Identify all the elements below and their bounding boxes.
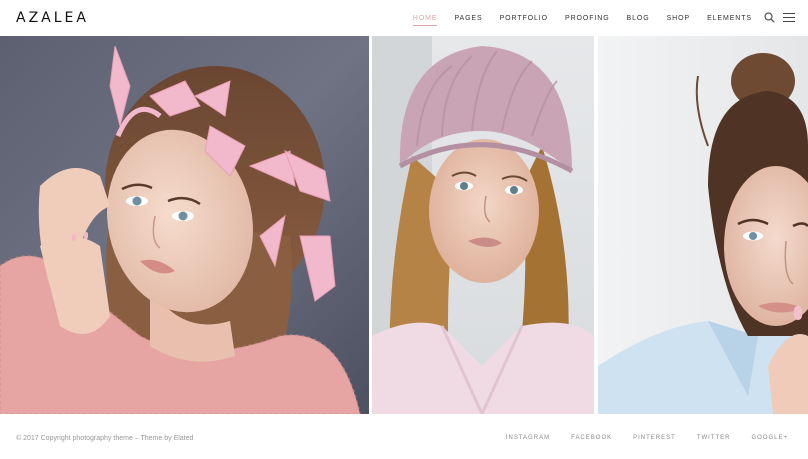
social-links: INSTAGRAM FACEBOOK PINTEREST TWITTER GOO… [485,435,788,441]
site-header: AZALEA HOME PAGES PORTFOLIO PROOFING BLO… [0,0,808,36]
site-footer: © 2017 Copyright photography theme – The… [0,414,808,459]
social-link-twitter[interactable]: TWITTER [697,435,731,441]
search-icon[interactable] [764,12,775,23]
nav-item-home[interactable]: HOME [412,14,438,26]
gallery-photo-bun[interactable] [598,36,808,414]
nav-item-portfolio[interactable]: PORTFOLIO [500,14,548,23]
hamburger-menu-icon[interactable] [783,13,795,22]
social-link-facebook[interactable]: FACEBOOK [571,435,612,441]
social-link-instagram[interactable]: INSTAGRAM [506,435,550,441]
gallery-photo-beanie[interactable] [372,36,594,414]
copyright-text: © 2017 Copyright photography theme – The… [16,435,194,442]
social-link-google-plus[interactable]: GOOGLE+ [751,435,788,441]
nav-item-blog[interactable]: BLOG [627,14,650,23]
main-nav: HOME PAGES PORTFOLIO PROOFING BLOG SHOP … [396,14,752,26]
gallery-photo-ribbons[interactable] [0,36,369,414]
photo-gallery [0,36,808,414]
nav-item-shop[interactable]: SHOP [667,14,690,23]
nav-item-elements[interactable]: ELEMENTS [707,14,752,23]
site-logo[interactable]: AZALEA [16,10,89,26]
social-link-pinterest[interactable]: PINTEREST [633,435,676,441]
nav-item-pages[interactable]: PAGES [454,14,482,23]
nav-item-proofing[interactable]: PROOFING [565,14,610,23]
